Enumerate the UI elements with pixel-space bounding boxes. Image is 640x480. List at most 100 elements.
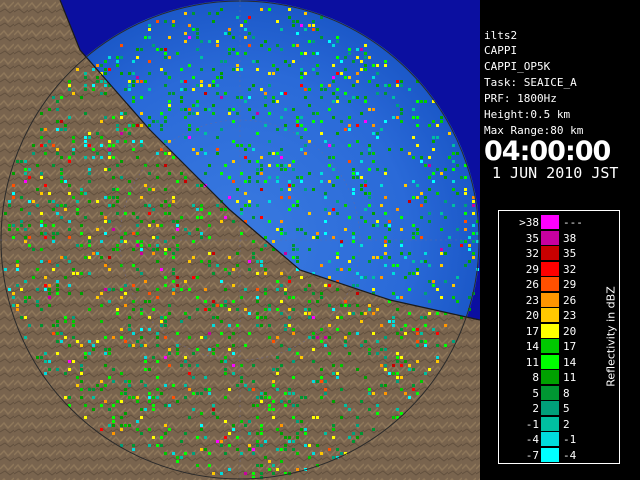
echo-pixel (224, 288, 227, 291)
echo-pixel (344, 92, 347, 95)
echo-pixel (296, 420, 299, 423)
echo-pixel (328, 304, 331, 307)
echo-pixel (248, 96, 251, 99)
echo-pixel (116, 164, 119, 167)
echo-pixel (212, 404, 215, 407)
echo-pixel (76, 244, 79, 247)
echo-pixel (284, 288, 287, 291)
echo-pixel (424, 316, 427, 319)
echo-pixel (328, 180, 331, 183)
echo-pixel (272, 64, 275, 67)
echo-pixel (140, 344, 143, 347)
echo-pixel (184, 116, 187, 119)
echo-pixel (224, 208, 227, 211)
echo-pixel (244, 384, 247, 387)
echo-pixel (452, 296, 455, 299)
echo-pixel (292, 60, 295, 63)
echo-pixel (128, 72, 131, 75)
legend-lower-value: -4 (525, 433, 539, 446)
echo-pixel (160, 320, 163, 323)
echo-pixel (156, 244, 159, 247)
echo-pixel (192, 204, 195, 207)
echo-pixel (100, 64, 103, 67)
echo-pixel (188, 64, 191, 67)
echo-pixel (132, 444, 135, 447)
echo-pixel (384, 368, 387, 371)
echo-pixel (160, 444, 163, 447)
echo-pixel (112, 188, 115, 191)
echo-pixel (184, 312, 187, 315)
echo-pixel (100, 80, 103, 83)
echo-pixel (420, 192, 423, 195)
echo-pixel (184, 360, 187, 363)
echo-pixel (116, 244, 119, 247)
echo-pixel (156, 260, 159, 263)
echo-pixel (288, 188, 291, 191)
echo-pixel (224, 452, 227, 455)
echo-pixel (44, 372, 47, 375)
echo-pixel (112, 380, 115, 383)
echo-pixel (52, 208, 55, 211)
echo-pixel (28, 296, 31, 299)
echo-pixel (188, 336, 191, 339)
echo-pixel (268, 460, 271, 463)
radar-image[interactable] (0, 0, 480, 480)
echo-pixel (208, 40, 211, 43)
echo-pixel (220, 280, 223, 283)
echo-pixel (392, 96, 395, 99)
echo-pixel (132, 148, 135, 151)
echo-pixel (124, 112, 127, 115)
echo-pixel (308, 308, 311, 311)
echo-pixel (120, 400, 123, 403)
echo-pixel (400, 240, 403, 243)
echo-pixel (160, 128, 163, 131)
echo-pixel (440, 120, 443, 123)
echo-pixel (268, 408, 271, 411)
echo-pixel (224, 396, 227, 399)
echo-pixel (324, 220, 327, 223)
echo-pixel (236, 68, 239, 71)
echo-pixel (248, 332, 251, 335)
echo-pixel (268, 152, 271, 155)
echo-pixel (224, 216, 227, 219)
echo-pixel (444, 252, 447, 255)
echo-pixel (120, 424, 123, 427)
echo-pixel (36, 356, 39, 359)
echo-pixel (112, 420, 115, 423)
echo-pixel (200, 412, 203, 415)
echo-pixel (140, 328, 143, 331)
echo-pixel (292, 168, 295, 171)
echo-pixel (304, 444, 307, 447)
echo-pixel (160, 268, 163, 271)
echo-pixel (16, 308, 19, 311)
echo-pixel (196, 184, 199, 187)
echo-pixel (220, 96, 223, 99)
echo-pixel (88, 308, 91, 311)
echo-pixel (236, 324, 239, 327)
echo-pixel (188, 260, 191, 263)
echo-pixel (232, 180, 235, 183)
echo-pixel (56, 148, 59, 151)
echo-pixel (304, 72, 307, 75)
echo-pixel (220, 320, 223, 323)
echo-pixel (40, 212, 43, 215)
echo-pixel (228, 336, 231, 339)
echo-pixel (64, 372, 67, 375)
echo-pixel (148, 124, 151, 127)
echo-pixel (108, 152, 111, 155)
echo-pixel (52, 96, 55, 99)
echo-pixel (228, 48, 231, 51)
product-name-label: CAPPI_OP5K (484, 60, 551, 73)
echo-pixel (128, 424, 131, 427)
echo-pixel (192, 408, 195, 411)
echo-pixel (60, 332, 63, 335)
echo-pixel (192, 352, 195, 355)
echo-pixel (168, 152, 171, 155)
echo-pixel (348, 332, 351, 335)
echo-pixel (140, 220, 143, 223)
echo-pixel (96, 152, 99, 155)
echo-pixel (300, 180, 303, 183)
echo-pixel (384, 60, 387, 63)
echo-pixel (252, 388, 255, 391)
echo-pixel (288, 400, 291, 403)
